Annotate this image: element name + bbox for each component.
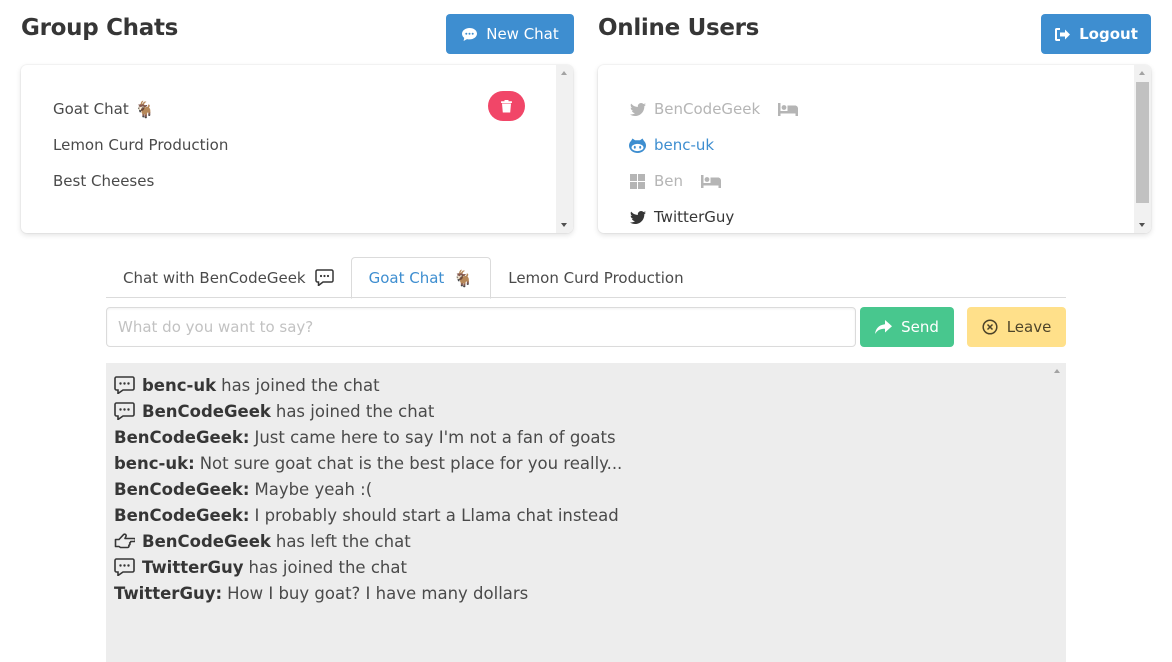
users-list-scrollbar[interactable] (1134, 65, 1151, 233)
tab-label: Lemon Curd Production (508, 268, 684, 287)
send-label: Send (901, 318, 939, 336)
online-users-title: Online Users (598, 15, 760, 41)
online-users-list: BenCodeGeek benc-uk Ben TwitterGuy (598, 65, 1151, 233)
message-line: benc-uk: Not sure goat chat is the best p… (114, 450, 1046, 476)
scroll-down-arrow-icon[interactable] (1139, 223, 1145, 227)
message-line: BenCodeGeek has joined the chat (114, 398, 1046, 424)
message-text: How I buy goat? I have many dollars (227, 583, 529, 603)
hand-left-icon (114, 533, 136, 549)
scroll-down-arrow-icon[interactable] (561, 223, 567, 227)
message-line: TwitterGuy: How I buy goat? I have many d… (114, 580, 1046, 606)
delete-chat-button[interactable] (488, 91, 525, 121)
group-chat-item-best-cheeses[interactable]: Best Cheeses (21, 163, 556, 199)
message-log: benc-uk has joined the chat BenCodeGeek ha… (106, 363, 1066, 662)
close-circle-icon (982, 319, 998, 335)
user-name: TwitterGuy (654, 208, 735, 226)
bed-icon (778, 102, 799, 116)
message-text: has joined the chat (248, 557, 407, 577)
tab-lemon-curd-production[interactable]: Lemon Curd Production (491, 257, 700, 298)
scroll-up-arrow-icon[interactable] (561, 71, 567, 75)
tab-label: Goat Chat (368, 269, 445, 287)
logout-button[interactable]: Logout (1041, 14, 1151, 54)
speech-bubble-icon (114, 376, 136, 394)
user-item-ben[interactable]: Ben (598, 163, 1134, 199)
group-chat-label: Goat Chat (53, 100, 129, 118)
message-user: benc-uk (142, 375, 217, 395)
goat-emoji-icon: 🐐 (134, 99, 155, 119)
bed-icon (701, 174, 722, 188)
message-text: has joined the chat (275, 401, 435, 421)
new-chat-label: New Chat (486, 25, 559, 43)
leave-button[interactable]: Leave (967, 307, 1066, 347)
user-item-bencodegeek[interactable]: BenCodeGeek (598, 91, 1134, 127)
group-chat-item-lemon-curd[interactable]: Lemon Curd Production (21, 127, 556, 163)
message-user: BenCodeGeek: (114, 479, 250, 499)
user-name: Ben (654, 172, 684, 190)
message-user: TwitterGuy (142, 557, 244, 577)
message-text: has joined the chat (221, 375, 380, 395)
message-user: BenCodeGeek: (114, 505, 250, 525)
speech-bubble-icon (314, 269, 334, 286)
group-chat-label: Best Cheeses (53, 172, 155, 190)
message-line: BenCodeGeek has left the chat (114, 528, 1046, 554)
message-user: TwitterGuy: (114, 583, 223, 603)
group-chats-list: Goat Chat 🐐 Lemon Curd Production Best C… (21, 65, 573, 233)
trash-icon (501, 99, 512, 112)
scrollbar-thumb[interactable] (1136, 82, 1149, 203)
message-user: BenCodeGeek (142, 531, 271, 551)
message-line: benc-uk has joined the chat (114, 372, 1046, 398)
tab-chat-with-bencodegeek[interactable]: Chat with BenCodeGeek (106, 257, 351, 298)
new-chat-button[interactable]: New Chat (446, 14, 574, 54)
user-name: BenCodeGeek (654, 100, 761, 118)
logout-label: Logout (1079, 25, 1138, 43)
github-icon (629, 138, 646, 153)
message-user: benc-uk: (114, 453, 195, 473)
user-item-benc-uk[interactable]: benc-uk (598, 127, 1134, 163)
message-line: BenCodeGeek: Maybe yeah :( (114, 476, 1046, 502)
tab-goat-chat[interactable]: Goat Chat 🐐 (350, 257, 492, 299)
share-arrow-icon (875, 320, 893, 334)
message-input[interactable] (106, 307, 856, 347)
group-chats-title: Group Chats (21, 15, 179, 41)
user-item-twitterguy[interactable]: TwitterGuy (598, 199, 1134, 233)
message-line: TwitterGuy has joined the chat (114, 554, 1046, 580)
twitter-icon (629, 210, 646, 224)
message-log-scrollbar[interactable] (1049, 363, 1066, 662)
message-text: I probably should start a Llama chat ins… (254, 505, 619, 525)
user-name: benc-uk (654, 136, 715, 154)
speech-bubble-icon (114, 558, 136, 576)
message-line: BenCodeGeek: Just came here to say I'm no… (114, 424, 1046, 450)
leave-label: Leave (1006, 318, 1052, 336)
goat-emoji-icon: 🐐 (453, 268, 474, 288)
twitter-icon (629, 102, 646, 116)
message-text: Maybe yeah :( (254, 479, 373, 499)
speech-bubble-icon (462, 27, 478, 41)
message-text: has left the chat (275, 531, 411, 551)
message-text: Not sure goat chat is the best place for… (199, 453, 623, 473)
scroll-up-arrow-icon[interactable] (1139, 71, 1145, 75)
send-button[interactable]: Send (860, 307, 954, 347)
message-user: BenCodeGeek: (114, 427, 250, 447)
group-chat-label: Lemon Curd Production (53, 136, 229, 154)
sign-out-icon (1055, 27, 1071, 41)
message-text: Just came here to say I'm not a fan of g… (254, 427, 616, 447)
message-line: BenCodeGeek: I probably should start a Ll… (114, 502, 1046, 528)
group-chat-item-goat-chat[interactable]: Goat Chat 🐐 (21, 91, 556, 127)
message-user: BenCodeGeek (142, 401, 271, 421)
speech-bubble-icon (114, 402, 136, 420)
tab-label: Chat with BenCodeGeek (123, 268, 306, 287)
chat-tabs: Chat with BenCodeGeek Goat Chat 🐐 Lemon … (106, 257, 1066, 299)
scroll-up-arrow-icon[interactable] (1054, 369, 1060, 373)
group-list-scrollbar[interactable] (556, 65, 573, 233)
microsoft-icon (629, 173, 646, 189)
